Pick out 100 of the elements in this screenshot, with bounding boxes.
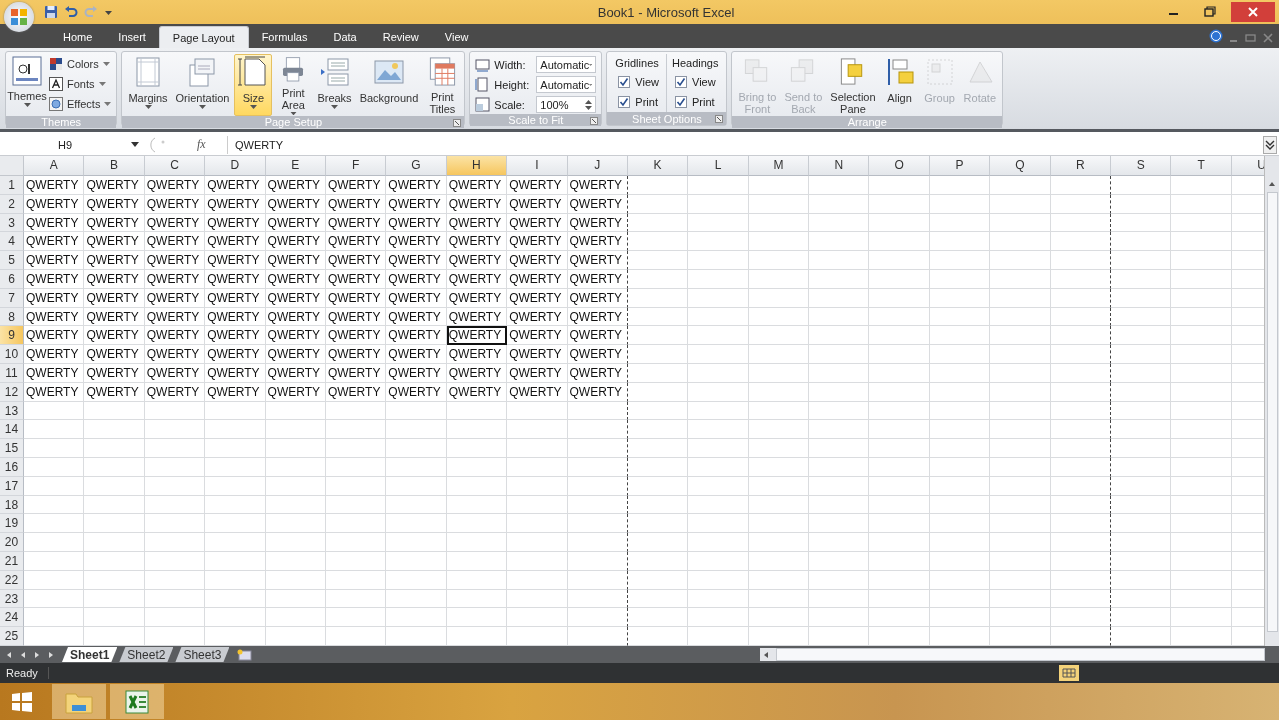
close-icon[interactable] [1262,33,1274,43]
row-header[interactable]: 19 [0,514,24,534]
column-header[interactable]: N [809,156,870,176]
checkbox-option[interactable]: View [672,73,719,90]
empty-cell [507,627,568,646]
empty-cell [688,270,749,289]
ribbon-button[interactable]: Fonts [47,74,114,94]
sheet-tab[interactable]: Sheet3 [175,647,230,662]
table-cell: QWERTY [507,363,568,383]
column-header[interactable]: C [144,156,206,176]
column-header[interactable]: A [24,156,85,176]
table-cell: QWERTY [144,326,206,346]
ribbon-button[interactable]: Size [234,54,273,116]
row-header[interactable]: 10 [0,345,24,364]
table-cell: QWERTY [144,232,206,252]
column-header[interactable]: D [205,156,266,176]
row-header[interactable]: 20 [0,533,24,552]
spinner-field[interactable]: 100% [536,96,597,113]
dropdown-field[interactable]: Automatic [536,56,597,73]
horizontal-scrollbar[interactable] [760,648,1265,661]
ribbon-tab[interactable]: Page Layout [158,26,249,48]
ribbon-tab[interactable]: Formulas [248,26,321,48]
column-header[interactable]: M [748,156,810,176]
ribbon-button[interactable]: Align [880,54,919,116]
row-header[interactable]: 24 [0,608,24,628]
checkbox[interactable] [675,95,687,108]
dropdown-field[interactable]: Automatic [536,76,597,93]
column-header[interactable]: I [507,156,568,176]
row-header[interactable]: 14 [0,420,24,440]
dialog-launcher-icon[interactable] [590,117,599,125]
checkbox-option[interactable]: Print [615,93,659,110]
normal-view-icon[interactable] [1059,665,1079,681]
column-header[interactable]: R [1050,156,1112,176]
sheet-tab[interactable]: Sheet1 [62,647,118,662]
column-header[interactable]: S [1111,156,1172,176]
help-icon[interactable] [1209,29,1223,43]
column-header[interactable]: P [929,156,991,176]
column-header[interactable]: E [265,156,326,176]
ribbon-tab[interactable]: Home [50,26,106,48]
close-button[interactable] [1231,2,1275,22]
sheet-tab[interactable]: Sheet2 [119,647,174,662]
themes-button[interactable]: Themes [9,54,45,116]
row-header[interactable]: 25 [0,627,24,646]
table-cell: QWERTY [265,363,326,383]
empty-cell [446,589,508,609]
checkbox-option[interactable]: Print [672,93,719,110]
column-header[interactable]: Q [990,156,1051,176]
row-header[interactable]: 9 [0,326,24,346]
row-header[interactable]: 1 [0,176,24,195]
expand-icon[interactable] [1263,135,1277,154]
undo-icon[interactable] [64,5,78,19]
column-header[interactable]: K [627,156,689,176]
ribbon-button[interactable]: Margins [125,54,171,116]
ribbon-tab[interactable]: Review [369,26,432,48]
ribbon-button[interactable]: Selection Pane [827,54,879,116]
column-header[interactable]: O [869,156,930,176]
vertical-scrollbar[interactable] [1264,156,1279,646]
checkbox[interactable] [618,75,631,88]
table-cell: QWERTY [205,194,266,214]
ribbon-tab[interactable]: Data [320,26,370,48]
checkbox[interactable] [618,95,631,108]
empty-cell [869,194,930,214]
insert-function-button[interactable]: fx [197,137,206,152]
column-header[interactable]: G [386,156,447,176]
column-header[interactable]: J [567,156,628,176]
column-header[interactable]: F [325,156,387,176]
office-button[interactable] [4,2,34,32]
dialog-launcher-icon[interactable] [453,119,462,127]
windows-start-icon[interactable] [10,689,34,714]
excel-taskbar-button[interactable] [110,684,164,719]
ribbon-tab[interactable]: View [431,26,482,48]
dialog-launcher-icon[interactable] [715,115,724,123]
column-header[interactable]: T [1171,156,1232,176]
column-header[interactable]: B [84,156,145,176]
empty-cell [144,476,206,496]
checkbox[interactable] [675,75,687,88]
empty-cell [265,551,326,571]
row-header[interactable]: 4 [0,232,24,252]
ribbon-button[interactable]: Colors [47,54,114,74]
checkbox-option[interactable]: View [615,73,659,90]
ribbon-button[interactable]: Breaks [314,54,355,116]
empty-cell [144,495,206,515]
ribbon-button[interactable]: Effects [47,94,114,114]
formula-input[interactable]: QWERTY [228,138,1263,151]
empty-cell [325,627,387,646]
ribbon-button[interactable]: Background [356,54,422,116]
row-header[interactable]: 15 [0,439,24,458]
column-header[interactable]: H [446,156,508,176]
ribbon-tab[interactable]: Insert [105,26,159,48]
empty-cell [1111,589,1172,609]
column-header[interactable]: U [1231,156,1264,176]
column-header[interactable]: L [688,156,749,176]
ribbon-button[interactable]: Print Titles [423,54,462,116]
name-box[interactable]: H9 [0,135,145,154]
row-header[interactable]: 5 [0,251,24,270]
ribbon-button[interactable]: Print Area [274,54,313,116]
ribbon-button[interactable]: Orientation [172,54,233,116]
save-icon[interactable] [44,5,58,19]
empty-cell [929,270,991,289]
table-cell: QWERTY [446,288,508,308]
